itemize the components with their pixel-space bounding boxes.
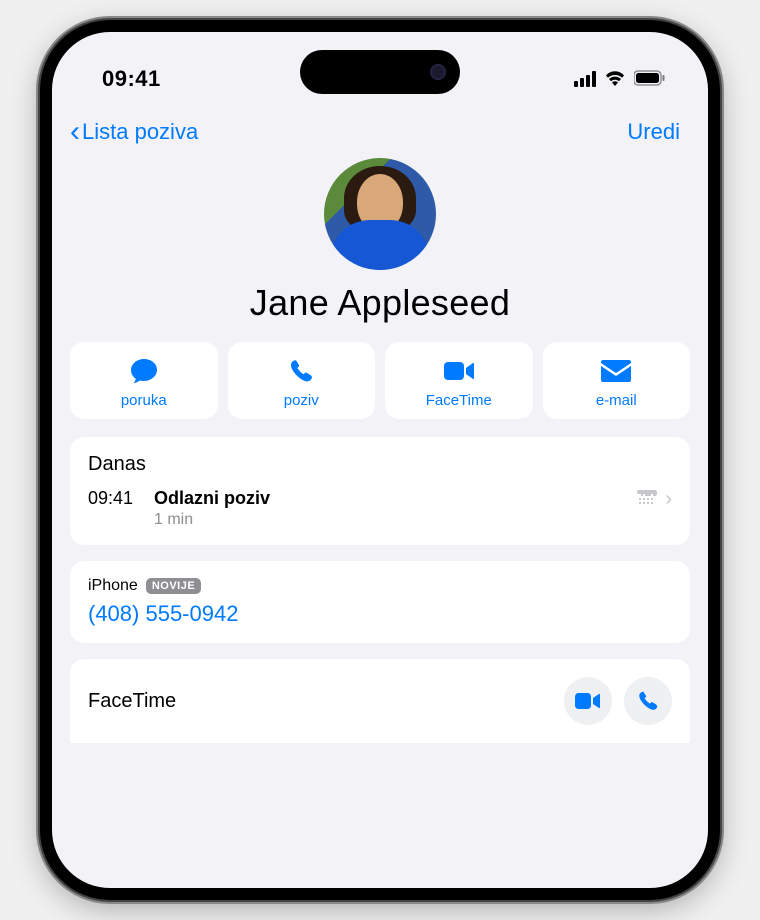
facetime-button[interactable]: FaceTime bbox=[385, 342, 533, 419]
status-time: 09:41 bbox=[102, 66, 161, 92]
dynamic-island bbox=[300, 50, 460, 94]
avatar[interactable] bbox=[324, 158, 436, 270]
recent-badge: NOVIJE bbox=[146, 578, 201, 594]
facetime-buttons bbox=[564, 677, 672, 725]
contact-header: Jane Appleseed bbox=[52, 152, 708, 342]
phone-icon bbox=[288, 356, 314, 386]
phone-number-card[interactable]: iPhone NOVIJE (408) 555-0942 bbox=[70, 561, 690, 643]
call-type: Odlazni poziv bbox=[154, 488, 625, 509]
battery-icon bbox=[634, 66, 666, 92]
phone-icon bbox=[637, 690, 659, 712]
chevron-right-icon: › bbox=[665, 488, 672, 511]
phone-number: (408) 555-0942 bbox=[88, 601, 672, 627]
front-camera bbox=[430, 64, 446, 80]
call-history-card: Danas 09:41 Odlazni poziv 1 min › bbox=[70, 437, 690, 545]
chevron-left-icon: ‹ bbox=[70, 117, 80, 147]
video-icon bbox=[443, 356, 475, 386]
tty-icon bbox=[637, 490, 657, 509]
call-history-row[interactable]: 09:41 Odlazni poziv 1 min › bbox=[88, 488, 672, 529]
edit-button[interactable]: Uredi bbox=[627, 119, 680, 145]
mail-icon bbox=[601, 356, 631, 386]
facetime-label: FaceTime bbox=[426, 392, 492, 409]
back-label: Lista poziva bbox=[82, 119, 198, 145]
facetime-row-label: FaceTime bbox=[88, 690, 176, 713]
action-row: poruka poziv FaceTime e-mail bbox=[52, 342, 708, 437]
contact-name: Jane Appleseed bbox=[52, 282, 708, 324]
phone-label-row: iPhone NOVIJE bbox=[88, 577, 672, 595]
call-time: 09:41 bbox=[88, 488, 142, 509]
screen: 09:41 ‹ Lista poziva Uredi bbox=[52, 32, 708, 888]
facetime-video-button[interactable] bbox=[564, 677, 612, 725]
back-button[interactable]: ‹ Lista poziva bbox=[70, 117, 198, 147]
cellular-signal-icon bbox=[574, 71, 596, 87]
history-header: Danas bbox=[88, 453, 672, 476]
video-icon bbox=[575, 692, 601, 710]
call-button[interactable]: poziv bbox=[228, 342, 376, 419]
nav-bar: ‹ Lista poziva Uredi bbox=[52, 102, 708, 152]
phone-label: iPhone bbox=[88, 577, 138, 595]
call-label: poziv bbox=[284, 392, 319, 409]
call-info: Odlazni poziv 1 min bbox=[154, 488, 625, 529]
status-indicators bbox=[574, 66, 666, 92]
phone-frame: 09:41 ‹ Lista poziva Uredi bbox=[40, 20, 720, 900]
facetime-card: FaceTime bbox=[70, 659, 690, 743]
message-button[interactable]: poruka bbox=[70, 342, 218, 419]
message-icon bbox=[129, 356, 159, 386]
facetime-audio-button[interactable] bbox=[624, 677, 672, 725]
email-label: e-mail bbox=[596, 392, 637, 409]
email-button[interactable]: e-mail bbox=[543, 342, 691, 419]
call-duration: 1 min bbox=[154, 511, 625, 529]
call-row-accessory: › bbox=[637, 488, 672, 511]
wifi-icon bbox=[604, 66, 626, 92]
message-label: poruka bbox=[121, 392, 167, 409]
